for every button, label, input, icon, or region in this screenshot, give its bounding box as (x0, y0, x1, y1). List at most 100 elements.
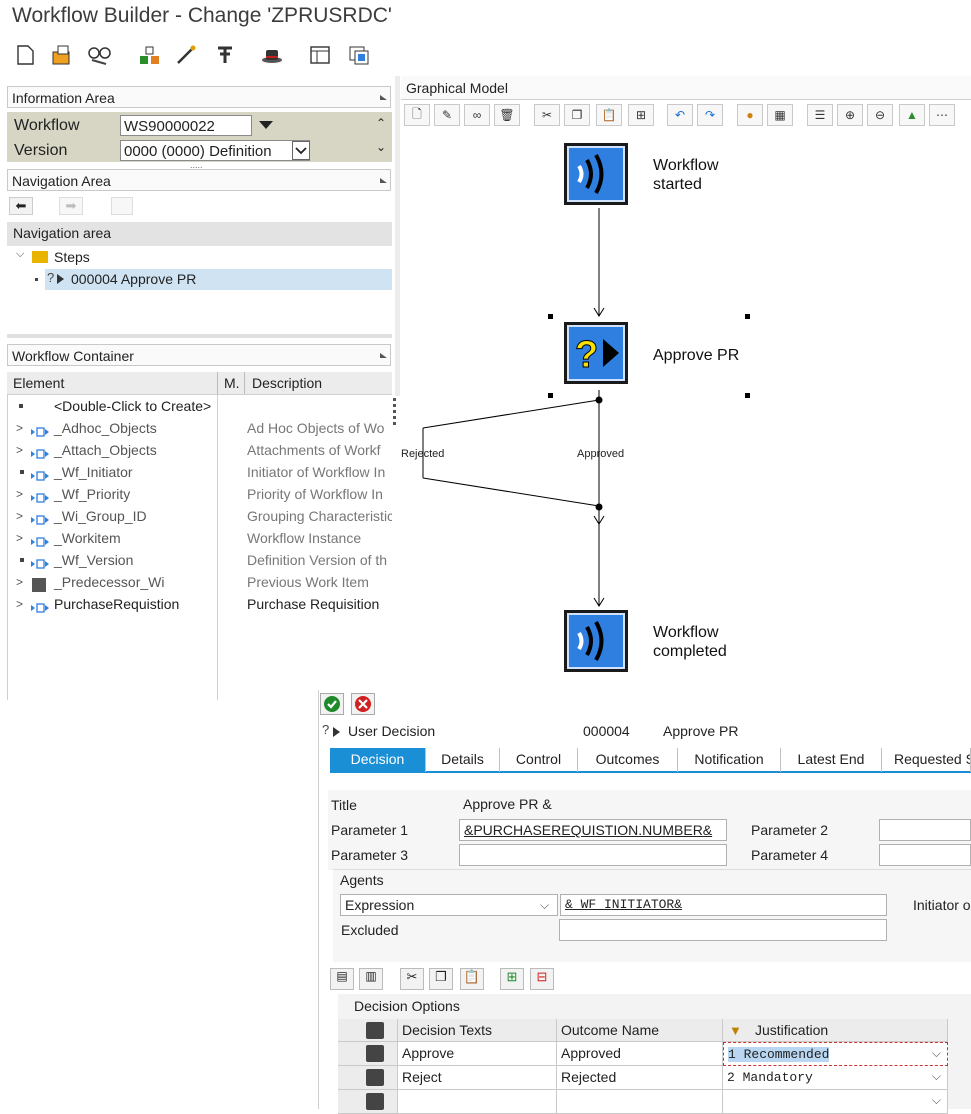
tab-latest-end[interactable]: Latest End (781, 748, 882, 772)
tab-notification[interactable]: Notification (678, 748, 781, 772)
version-dropdown-button[interactable] (292, 141, 310, 160)
selection-handle[interactable] (548, 314, 553, 319)
back-arrow-icon[interactable]: ⬅ (9, 197, 33, 215)
row-selector[interactable] (338, 1042, 398, 1066)
nav-area-header[interactable]: Navigation Area (7, 169, 391, 191)
overview-icon[interactable]: ▦ (767, 104, 793, 126)
change-icon[interactable] (49, 42, 75, 68)
param1-field[interactable]: &PURCHASEREQUISTION.NUMBER& (459, 819, 727, 841)
container-row[interactable]: _Wf_Initiator Initiator of Workflow In (8, 461, 392, 483)
panel-collapse-icon[interactable] (380, 178, 387, 183)
forward-arrow-icon[interactable]: ➡ (59, 197, 83, 215)
main-splitter[interactable] (395, 76, 400, 396)
option-row[interactable]: ⌵ (338, 1090, 948, 1114)
cut-icon[interactable]: ✂ (400, 968, 424, 990)
tree-item-selected[interactable]: ? 000004 Approve PR (35, 269, 392, 290)
row-selector[interactable] (338, 1090, 398, 1114)
chevron-down-icon[interactable]: ⌵ (540, 898, 549, 913)
wizard-icon[interactable] (173, 42, 199, 68)
container-row[interactable]: > _Wi_Group_ID Grouping Characteristic (8, 505, 392, 527)
row-selector[interactable] (338, 1066, 398, 1090)
chevron-right-icon[interactable]: > (16, 527, 23, 549)
decision-step-node[interactable]: ? (564, 322, 628, 384)
selection-handle[interactable] (745, 393, 750, 398)
decision-text-cell[interactable]: Approve (398, 1042, 557, 1066)
param2-field[interactable] (879, 819, 971, 841)
cut-icon[interactable]: ✂ (534, 104, 560, 126)
cancel-button[interactable] (351, 693, 375, 715)
image-icon[interactable]: ▲ (899, 104, 925, 126)
confirm-button[interactable] (320, 693, 344, 715)
col-m[interactable]: M. (224, 375, 240, 391)
deselect-all-icon[interactable]: ▥ (359, 968, 383, 990)
new-icon[interactable] (12, 42, 38, 68)
activate-icon[interactable] (137, 42, 163, 68)
hat-icon[interactable] (259, 42, 285, 68)
copy-icon[interactable] (346, 42, 372, 68)
container-row[interactable]: > _Adhoc_Objects Ad Hoc Objects of Wo (8, 417, 392, 439)
chevron-right-icon[interactable]: > (16, 593, 23, 615)
col-description[interactable]: Description (252, 375, 322, 391)
paste-icon[interactable]: 📋 (460, 968, 484, 990)
chevron-right-icon[interactable]: > (16, 571, 23, 593)
tab-decision[interactable]: Decision (330, 748, 426, 772)
expression-select[interactable]: Expression (340, 894, 558, 916)
panel-collapse-icon[interactable] (380, 353, 387, 358)
chevron-right-icon[interactable]: > (16, 417, 23, 439)
col-justification[interactable]: Justification (723, 1019, 948, 1042)
filter-icon[interactable]: ▼ (729, 1023, 742, 1038)
wf-container-header[interactable]: Workflow Container (7, 344, 391, 366)
selection-handle[interactable] (548, 393, 553, 398)
chevron-down-icon[interactable]: ⌵ (932, 1066, 941, 1089)
tree-icon[interactable] (111, 197, 133, 215)
decision-text-cell[interactable]: Reject (398, 1066, 557, 1090)
decision-text-cell[interactable] (398, 1090, 557, 1114)
resize-grip[interactable] (393, 398, 397, 438)
start-event-node[interactable] (564, 143, 628, 205)
justification-cell[interactable]: 1 Recommended ⌵ (723, 1042, 948, 1066)
title-field[interactable]: Approve PR & (459, 794, 971, 816)
param3-field[interactable] (459, 844, 727, 866)
info-area-header[interactable]: Information Area (7, 86, 391, 108)
outcome-name-cell[interactable]: Rejected (557, 1066, 723, 1090)
zoom-out-icon[interactable]: ⊖ (867, 104, 893, 126)
container-row[interactable]: > _Workitem Workflow Instance (8, 527, 392, 549)
branch-approved-label[interactable]: Approved (577, 448, 624, 460)
workflow-dropdown-icon[interactable] (259, 121, 273, 129)
insert-icon[interactable]: ⊞ (628, 104, 654, 126)
layout-icon[interactable]: ☰ (807, 104, 833, 126)
workflow-field[interactable]: WS90000022 (120, 115, 252, 136)
container-row[interactable]: > _Predecessor_Wi Previous Work Item (8, 571, 392, 593)
tab-outcomes[interactable]: Outcomes (578, 748, 678, 772)
col-decision-texts[interactable]: Decision Texts (398, 1019, 557, 1042)
glasses-icon[interactable] (87, 42, 113, 68)
excluded-field[interactable] (559, 919, 887, 941)
container-row[interactable]: _Wf_Version Definition Version of th (8, 549, 392, 571)
test-icon[interactable] (212, 42, 238, 68)
insert-row-icon[interactable]: ⊞ (500, 968, 524, 990)
param4-field[interactable] (879, 844, 971, 866)
zoom-in-icon[interactable]: ⊕ (837, 104, 863, 126)
graph-canvas[interactable]: Workflow started ? Approve PR Rejected A… (401, 128, 971, 688)
chevron-down-icon[interactable]: ⌵ (932, 1043, 941, 1066)
option-row[interactable]: Approve Approved 1 Recommended ⌵ (338, 1042, 948, 1066)
container-row[interactable]: > _Attach_Objects Attachments of Workf (8, 439, 392, 461)
end-event-node[interactable] (564, 610, 628, 672)
undo-icon[interactable]: ↶ (667, 104, 693, 126)
outcome-name-cell[interactable]: Approved (557, 1042, 723, 1066)
panel-collapse-icon[interactable] (380, 95, 387, 100)
copy-icon[interactable]: ❐ (429, 968, 453, 990)
create-row[interactable]: <Double-Click to Create> (8, 395, 392, 417)
copy-icon[interactable]: ❐ (564, 104, 590, 126)
justification-cell[interactable]: ⌵ (723, 1090, 948, 1114)
splitter[interactable] (7, 334, 392, 338)
more-icon[interactable]: ⋯ (929, 104, 955, 126)
branch-rejected-label[interactable]: Rejected (401, 448, 444, 460)
option-row[interactable]: Reject Rejected 2 Mandatory ⌵ (338, 1066, 948, 1090)
justification-cell[interactable]: 2 Mandatory ⌵ (723, 1066, 948, 1090)
chevron-right-icon[interactable]: > (16, 505, 23, 527)
tab-requested-start[interactable]: Requested S (882, 748, 971, 772)
glasses-icon[interactable]: ∞ (464, 104, 490, 126)
pencil-icon[interactable]: ✎ (434, 104, 460, 126)
expression-field[interactable]: &_WF_INITIATOR& (560, 894, 887, 916)
